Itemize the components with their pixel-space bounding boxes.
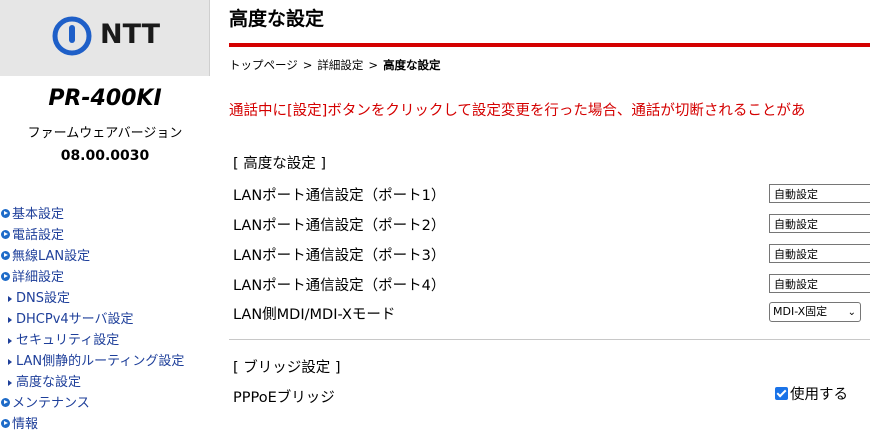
breadcrumb-separator: > (302, 58, 313, 72)
sidebar-item-dhcpv4[interactable]: DHCPv4サーバ設定 (0, 309, 184, 330)
lan-port-2-select[interactable]: 自動設定 (769, 214, 870, 233)
sidebar-item-label: セキュリティ設定 (16, 333, 120, 348)
sidebar-item-phone-settings[interactable]: 電話設定 (0, 225, 184, 246)
sidebar-item-label: DNS設定 (16, 291, 70, 306)
setting-label: LANポート通信設定（ポート4） (233, 278, 446, 294)
pppoe-bridge-checkbox[interactable] (775, 387, 788, 400)
sidebar-item-detailed-settings[interactable]: 詳細設定 (0, 267, 184, 288)
triangle-right-icon (8, 317, 12, 323)
firmware-version: 08.00.0030 (60, 148, 150, 164)
setting-label: PPPoEブリッジ (233, 390, 335, 406)
setting-label: LANポート通信設定（ポート3） (233, 248, 446, 264)
sidebar-item-basic-settings[interactable]: 基本設定 (0, 204, 184, 225)
firmware-label: ファームウェアバージョン (27, 126, 183, 141)
setting-label: LANポート通信設定（ポート1） (233, 188, 446, 204)
pppoe-bridge-checkbox-group[interactable]: 使用する (775, 383, 848, 404)
arrow-circle-icon (1, 251, 10, 260)
triangle-right-icon (8, 380, 12, 386)
setting-label: LANポート通信設定（ポート2） (233, 218, 446, 234)
sidebar-item-dns[interactable]: DNS設定 (0, 288, 184, 309)
title-divider (229, 43, 870, 47)
triangle-right-icon (8, 338, 12, 344)
chevron-down-icon: ⌄ (847, 307, 856, 318)
setting-label: LAN側MDI/MDI-Xモード (233, 307, 396, 323)
arrow-circle-icon (1, 398, 10, 407)
setting-row-pppoe-bridge: PPPoEブリッジ 使用する (233, 382, 870, 408)
arrow-circle-icon (1, 209, 10, 218)
sidebar: NTT PR-400KI ファームウェアバージョン 08.00.0030 基本設… (0, 0, 210, 432)
sidebar-item-label: 基本設定 (12, 207, 65, 222)
mdi-mode-select[interactable]: MDI-X固定 ⌄ (769, 302, 861, 322)
breadcrumb: トップページ > 詳細設定 > 高度な設定 (229, 57, 441, 73)
lan-port-4-select[interactable]: 自動設定 (769, 274, 870, 293)
setting-row-lan-port-3: LANポート通信設定（ポート3） 自動設定 (233, 240, 870, 266)
sidebar-item-label: LAN側静的ルーティング設定 (16, 354, 185, 369)
main-content: 高度な設定 トップページ > 詳細設定 > 高度な設定 通話中に[設定]ボタンをクリック… (229, 0, 870, 421)
sidebar-item-advanced[interactable]: 高度な設定 (0, 372, 184, 393)
section-divider (229, 339, 870, 340)
triangle-right-icon (8, 296, 12, 302)
ntt-logo-mark-icon (52, 16, 92, 56)
sidebar-item-wireless-lan[interactable]: 無線LAN設定 (0, 246, 184, 267)
setting-row-lan-port-2: LANポート通信設定（ポート2） 自動設定 (233, 210, 870, 236)
logo-text: NTT (100, 19, 161, 50)
sidebar-item-info[interactable]: 情報 (0, 414, 184, 435)
sidebar-menu: 基本設定 電話設定 無線LAN設定 詳細設定 DNS設定 DHCPv4サーバ設定… (0, 204, 184, 435)
warning-message: 通話中に[設定]ボタンをクリックして設定変更を行った場合、通話が切断されることが… (229, 103, 806, 119)
arrow-circle-icon (1, 272, 10, 281)
section-title-advanced: [ 高度な設定 ] (233, 156, 327, 172)
sidebar-item-label: 情報 (12, 417, 39, 432)
sidebar-item-label: DHCPv4サーバ設定 (16, 312, 134, 327)
ntt-logo: NTT (0, 0, 210, 76)
page-title: 高度な設定 (229, 8, 325, 30)
setting-row-lan-port-4: LANポート通信設定（ポート4） 自動設定 (233, 270, 870, 296)
checkbox-label: 使用する (790, 387, 848, 403)
setting-row-mdi-mode: LAN側MDI/MDI-Xモード MDI-X固定 ⌄ (233, 299, 870, 325)
lan-port-1-select[interactable]: 自動設定 (769, 184, 870, 203)
sidebar-item-label: 詳細設定 (12, 270, 65, 285)
sidebar-item-label: 電話設定 (12, 228, 65, 243)
model-name: PR-400KI (48, 86, 162, 111)
triangle-right-icon (8, 359, 12, 365)
section-title-bridge: [ ブリッジ設定 ] (233, 360, 341, 376)
breadcrumb-item-detailed[interactable]: 詳細設定 (317, 58, 363, 72)
breadcrumb-item-top[interactable]: トップページ (229, 58, 298, 72)
sidebar-item-label: 高度な設定 (16, 375, 82, 390)
arrow-circle-icon (1, 419, 10, 428)
sidebar-item-label: メンテナンス (12, 396, 90, 411)
setting-row-lan-port-1: LANポート通信設定（ポート1） 自動設定 (233, 180, 870, 206)
sidebar-item-label: 無線LAN設定 (12, 249, 91, 264)
select-value: MDI-X固定 (773, 305, 828, 318)
breadcrumb-separator: > (368, 58, 379, 72)
sidebar-item-maintenance[interactable]: メンテナンス (0, 393, 184, 414)
sidebar-item-security[interactable]: セキュリティ設定 (0, 330, 184, 351)
breadcrumb-item-current: 高度な設定 (383, 58, 441, 72)
lan-port-3-select[interactable]: 自動設定 (769, 244, 870, 263)
sidebar-item-static-routing[interactable]: LAN側静的ルーティング設定 (0, 351, 184, 372)
arrow-circle-icon (1, 230, 10, 239)
